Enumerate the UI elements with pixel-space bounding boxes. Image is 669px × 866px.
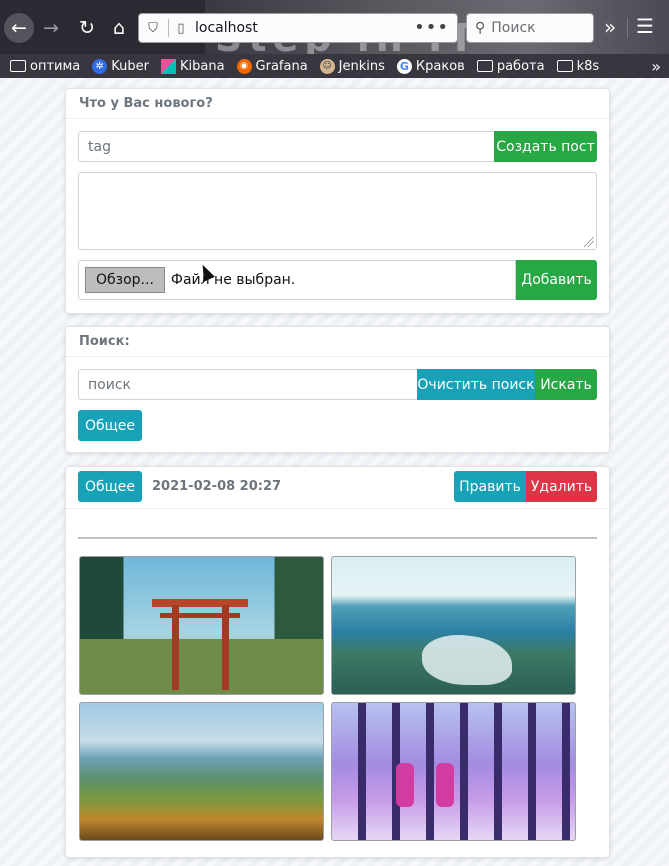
- no-file-label: Файл не выбран.: [170, 272, 296, 288]
- search-header: Поиск:: [66, 327, 609, 357]
- torii-beam: [152, 599, 248, 607]
- tag-placeholder: tag: [88, 138, 111, 155]
- browse-button[interactable]: Обзор...: [85, 267, 165, 293]
- shield-icon[interactable]: ⛉: [142, 21, 164, 36]
- file-input[interactable]: Обзор... Файл не выбран.: [78, 260, 516, 300]
- search-button[interactable]: Искать: [535, 369, 597, 400]
- torii-pillar: [222, 605, 229, 690]
- page-icon: ▯: [177, 20, 185, 36]
- deer-figure: [436, 763, 454, 807]
- search-card: Поиск: поиск Очистить поиск Искать Общее: [65, 326, 610, 453]
- search-icon: ⚲: [475, 20, 486, 36]
- edit-button[interactable]: Править: [454, 471, 526, 502]
- reload-icon: ↻: [79, 16, 95, 39]
- bookmarks-bar: оптима ✲ Kuber Kibana ◉ Grafana ☺ Jenkins G…: [0, 54, 669, 78]
- bookmark-label: работа: [496, 58, 545, 74]
- bookmark-kibana[interactable]: Kibana: [160, 58, 225, 74]
- forward-button[interactable]: →: [36, 13, 66, 43]
- bookmark-optima[interactable]: оптима: [10, 59, 80, 74]
- arrow-right-icon: →: [43, 16, 59, 39]
- folder-icon: [476, 60, 493, 72]
- google-icon: G: [396, 58, 412, 74]
- search-bar[interactable]: ⚲ Поиск: [466, 13, 594, 43]
- post-card: Общее 2021-02-08 20:27 Править Удалить: [65, 466, 610, 858]
- wave-foam: [422, 635, 512, 685]
- bookmark-k8s[interactable]: k8s: [556, 58, 600, 74]
- bookmark-kuber[interactable]: ✲ Kuber: [92, 58, 149, 74]
- post-tag-button[interactable]: Общее: [78, 471, 142, 502]
- delete-button[interactable]: Удалить: [526, 471, 597, 502]
- post-image-deer[interactable]: [331, 702, 576, 841]
- post-divider: [78, 537, 597, 539]
- kibana-icon: [160, 58, 176, 74]
- hamburger-menu-icon[interactable]: ☰: [636, 14, 654, 38]
- new-post-header: Что у Вас нового?: [66, 89, 609, 119]
- home-button[interactable]: ⌂: [104, 13, 134, 43]
- browser-toolbar: Step in IT ← → ↻ ⌂ ⛉ ▯ localhost ••• ⚲ П…: [0, 0, 669, 54]
- folder-icon: [10, 60, 26, 72]
- post-text-area[interactable]: [78, 172, 597, 250]
- back-button[interactable]: ←: [4, 13, 34, 43]
- bookmark-label: k8s: [576, 58, 600, 74]
- post-header: Общее 2021-02-08 20:27 Править Удалить: [66, 467, 609, 509]
- tag-filter-button[interactable]: Общее: [78, 410, 142, 441]
- torii-pillar: [172, 605, 179, 690]
- post-date: 2021-02-08 20:27: [152, 479, 282, 494]
- bookmark-label: оптима: [30, 58, 81, 74]
- post-image-valley[interactable]: [79, 702, 324, 841]
- home-icon: ⌂: [112, 16, 126, 39]
- search-input[interactable]: поиск: [78, 369, 418, 400]
- tag-input[interactable]: tag: [78, 131, 495, 162]
- arrow-left-icon: ←: [11, 16, 27, 39]
- bookmark-label: Grafana: [255, 58, 308, 74]
- create-post-button[interactable]: Создать пост: [494, 131, 597, 162]
- resize-grip-icon[interactable]: [584, 237, 594, 247]
- url-divider: [168, 19, 169, 37]
- bookmark-jenkins[interactable]: ☺ Jenkins: [319, 58, 385, 74]
- bookmark-rabota[interactable]: работа: [476, 58, 545, 74]
- bookmark-grafana[interactable]: ◉ Grafana: [236, 58, 308, 74]
- post-image-sea[interactable]: [331, 556, 576, 695]
- reload-button[interactable]: ↻: [72, 13, 102, 43]
- search-bar-placeholder: Поиск: [491, 20, 536, 36]
- bookmark-label: Краков: [415, 58, 465, 74]
- bookmark-krakow[interactable]: G Краков: [396, 58, 465, 74]
- toolbar-divider: [627, 18, 628, 38]
- grafana-icon: ◉: [236, 58, 252, 74]
- bookmarks-overflow-icon[interactable]: »: [651, 57, 661, 76]
- post-image-torii[interactable]: [79, 556, 324, 695]
- jenkins-icon: ☺: [319, 58, 335, 74]
- new-post-card: Что у Вас нового? tag Создать пост Обзор…: [65, 88, 610, 314]
- bookmark-label: Kuber: [111, 58, 149, 74]
- toolbar-overflow-icon[interactable]: »: [604, 15, 616, 39]
- folder-icon: [556, 60, 573, 72]
- clear-search-button[interactable]: Очистить поиск: [417, 369, 535, 400]
- bookmark-label: Jenkins: [338, 58, 385, 74]
- url-bar[interactable]: ⛉ ▯ localhost •••: [138, 13, 458, 43]
- add-button[interactable]: Добавить: [516, 260, 597, 300]
- search-placeholder: поиск: [88, 376, 131, 393]
- deer-figure: [396, 763, 414, 807]
- page-actions-icon[interactable]: •••: [414, 17, 449, 38]
- kubernetes-icon: ✲: [92, 58, 108, 74]
- bookmark-label: Kibana: [179, 58, 225, 74]
- page-content: Что у Вас нового? tag Создать пост Обзор…: [0, 78, 669, 866]
- url-text[interactable]: localhost: [195, 20, 258, 36]
